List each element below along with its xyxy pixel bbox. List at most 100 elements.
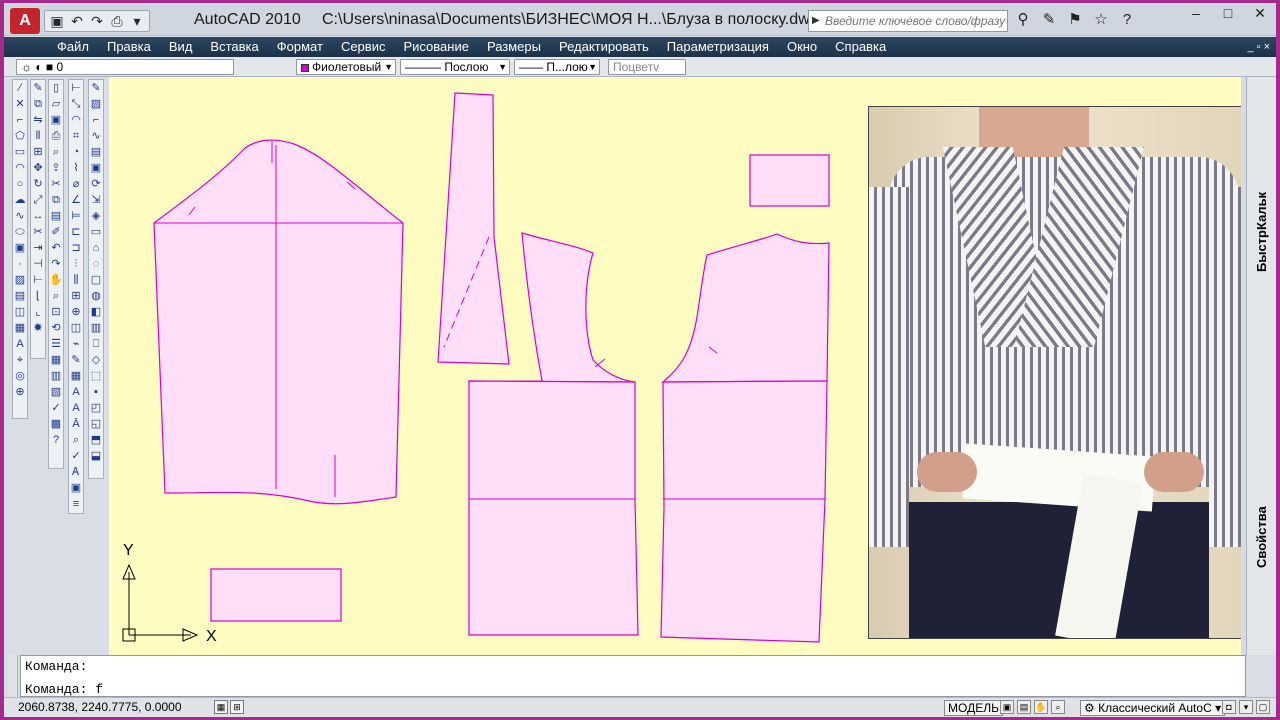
hatch-edit-icon[interactable]: ▨ [89,96,103,112]
new-icon[interactable]: ▯ [49,80,63,96]
workspace-switcher[interactable]: ⚙ Классический AutoC ▾ [1080,700,1226,716]
redo-icon[interactable]: ↷ [88,12,106,30]
jogged-linear-icon[interactable]: ⌁ [69,336,83,352]
tool-icon[interactable]: ⬒ [89,432,103,448]
tool-icon[interactable]: ⬚ [89,368,103,384]
chevron-down-icon[interactable]: ▾ [1239,700,1253,714]
table-icon[interactable]: ▦ [13,320,27,336]
rotate-icon[interactable]: ↻ [31,176,45,192]
undo-icon[interactable]: ↶ [49,240,63,256]
revcloud-icon[interactable]: ☁ [13,192,27,208]
scale-icon[interactable]: ⤢ [31,192,45,208]
extend-icon[interactable]: ⇥ [31,240,45,256]
copy-icon[interactable]: ⧉ [31,96,45,112]
designcenter-icon[interactable]: ▦ [49,352,63,368]
mtext-icon[interactable]: A [13,336,27,352]
erase-icon[interactable]: ✎ [31,80,45,96]
menu-dimension[interactable]: Размеры [478,37,550,57]
favorites-star-icon[interactable]: ☆ [1090,9,1112,31]
center-mark-icon[interactable]: ⊕ [69,304,83,320]
plotstyle-dropdown[interactable]: Поцветv [608,59,686,75]
tool-icon[interactable]: ▢ [89,272,103,288]
menu-window[interactable]: Окно [778,37,826,57]
command-window-handle[interactable] [8,655,18,697]
tool-icon[interactable]: ⊕ [13,384,27,400]
stretch-icon[interactable]: ↔ [31,208,45,224]
text-icon[interactable]: A [69,384,83,400]
region-icon[interactable]: ◫ [13,304,27,320]
zoom-previous-icon[interactable]: ⟲ [49,320,63,336]
tool-icon[interactable]: ◈ [89,208,103,224]
mirror-icon[interactable]: ⇋ [31,112,45,128]
publish-icon[interactable]: ⇪ [49,160,63,176]
minimize-icon[interactable]: – [1180,3,1212,25]
layout-icon[interactable]: ▤ [1017,700,1031,714]
layout-icon[interactable]: ▣ [1000,700,1014,714]
chamfer-icon[interactable]: ⌊ [31,288,45,304]
menu-tools[interactable]: Сервис [332,37,395,57]
point-icon[interactable]: · [13,256,27,272]
tool-icon[interactable]: ◎ [13,368,27,384]
tab-properties[interactable]: Свойства [1247,497,1276,577]
dim-angular-icon[interactable]: ∠ [69,192,83,208]
tool-icon[interactable]: ◧ [89,304,103,320]
menu-edit[interactable]: Правка [98,37,160,57]
dim-aligned-icon[interactable]: ⤡ [69,96,83,112]
array-icon[interactable]: ⊞ [31,144,45,160]
pan-icon[interactable]: ✋ [49,272,63,288]
close-icon[interactable]: ✕ [1244,3,1276,25]
break-icon[interactable]: ⊣ [31,256,45,272]
lineweight-dropdown[interactable]: —— П...лою ▼ [514,59,600,75]
menu-draw[interactable]: Рисование [394,37,477,57]
tool-icon[interactable]: ⌖ [13,352,27,368]
sheetset-icon[interactable]: ▧ [49,384,63,400]
line-icon[interactable]: ⁄ [13,80,27,96]
open-icon[interactable]: ▱ [49,96,63,112]
table-icon[interactable]: ▦ [69,368,83,384]
tool-icon[interactable]: ◱ [89,416,103,432]
communication-icon[interactable]: ⚑ [1064,9,1086,31]
clean-screen-icon[interactable]: ▢ [1256,700,1270,714]
search-field[interactable]: ▶ [808,10,1008,32]
layer-dropdown[interactable]: ☼ ◐ ■ 0 [16,59,234,75]
grid-toggle[interactable]: ⊞ [230,700,244,714]
snap-toggle[interactable]: ▦ [214,700,228,714]
calculator-icon[interactable]: ▩ [49,416,63,432]
help-icon[interactable]: ? [49,432,63,448]
explode-icon[interactable]: ✸ [31,320,45,336]
draworder-icon[interactable]: ✎ [89,80,103,96]
cut-icon[interactable]: ✂ [49,176,63,192]
properties-icon[interactable]: ☰ [49,336,63,352]
copy-icon[interactable]: ⧉ [49,192,63,208]
dim-space-icon[interactable]: ⫶ [69,256,83,272]
search-input[interactable] [809,11,1007,31]
rectangle-icon[interactable]: ▭ [13,144,27,160]
polyline-icon[interactable]: ⌐ [13,112,27,128]
drawing-canvas[interactable]: Y X [109,77,1241,655]
menu-modify[interactable]: Редактировать [550,37,658,57]
dim-linear-icon[interactable]: ⊢ [69,80,83,96]
application-menu-button[interactable]: A [10,8,40,34]
quick-dim-icon[interactable]: ⊨ [69,208,83,224]
find-icon[interactable]: ⌕ [69,432,83,448]
linetype-dropdown[interactable]: ——— Послою ▼ [400,59,510,75]
menu-file[interactable]: Файл [48,37,98,57]
tool-icon[interactable]: ⌂ [89,240,103,256]
print-icon[interactable]: ⎙ [108,12,126,30]
command-input-line[interactable]: Команда: f [25,682,103,697]
binoculars-icon[interactable]: ⚲ [1012,9,1034,31]
tool-icon[interactable]: ▪ [89,384,103,400]
text-style-icon[interactable]: Ꭺ [69,464,83,480]
attribute-edit-icon[interactable]: ▤ [89,144,103,160]
trim-icon[interactable]: ✂ [31,224,45,240]
offset-icon[interactable]: ⫴ [31,128,45,144]
gradient-icon[interactable]: ▤ [13,288,27,304]
spline-icon[interactable]: ∿ [13,208,27,224]
dim-ordinate-icon[interactable]: ⌗ [69,128,83,144]
dim-break-icon[interactable]: ⫼ [69,272,83,288]
dim-jogged-icon[interactable]: ⌇ [69,160,83,176]
tool-icon[interactable]: ⎕ [89,336,103,352]
tool-icon[interactable]: ◇ [89,352,103,368]
tool-icon[interactable]: ◌ [89,256,103,272]
zoom-icon[interactable]: ⌕ [49,288,63,304]
